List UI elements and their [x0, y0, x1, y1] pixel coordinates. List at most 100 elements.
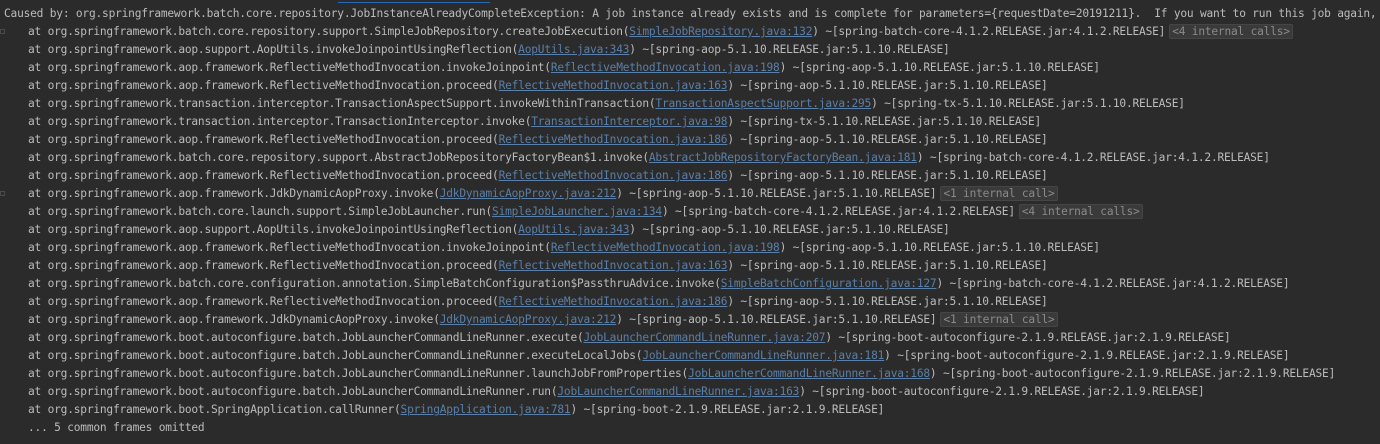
- source-link[interactable]: AbstractJobRepositoryFactoryBean.java:18…: [649, 151, 917, 164]
- frame-method: at org.springframework.boot.SpringApplic…: [28, 403, 401, 416]
- source-link[interactable]: TransactionInterceptor.java:98: [531, 115, 727, 128]
- stack-frame-line: at org.springframework.aop.framework.Ref…: [0, 239, 1380, 257]
- stack-frame-text: at org.springframework.aop.framework.Ref…: [28, 77, 1048, 95]
- internal-calls-badge[interactable]: <4 internal calls>: [1018, 204, 1143, 219]
- stack-frame-text: at org.springframework.aop.framework.Ref…: [28, 59, 1100, 77]
- source-link[interactable]: ReflectiveMethodInvocation.java:163: [499, 259, 728, 272]
- source-link[interactable]: ReflectiveMethodInvocation.java:186: [499, 133, 728, 146]
- gutter: [0, 149, 18, 167]
- source-link[interactable]: ReflectiveMethodInvocation.java:163: [499, 79, 728, 92]
- gutter: [0, 383, 18, 401]
- gutter: [0, 59, 18, 77]
- scrolled-off-line: [0, 0, 1380, 4]
- stack-frame-line: at org.springframework.aop.framework.Jdk…: [0, 311, 1380, 329]
- jar-info: ) ~[spring-aop-5.1.10.RELEASE.jar:5.1.10…: [727, 79, 1048, 92]
- frame-method: at org.springframework.aop.support.AopUt…: [28, 43, 519, 56]
- source-link[interactable]: JobLauncherCommandLineRunner.java:168: [688, 367, 930, 380]
- gutter: [0, 41, 18, 59]
- gutter: [0, 347, 18, 365]
- gutter: [0, 203, 18, 221]
- jar-info: ) ~[spring-aop-5.1.10.RELEASE.jar:5.1.10…: [727, 133, 1048, 146]
- source-link[interactable]: JdkDynamicAopProxy.java:212: [440, 187, 617, 200]
- jar-info: ) ~[spring-boot-autoconfigure-2.1.9.RELE…: [799, 385, 1205, 398]
- source-link[interactable]: SimpleBatchConfiguration.java:127: [721, 277, 937, 290]
- jar-info: ) ~[spring-aop-5.1.10.RELEASE.jar:5.1.10…: [779, 241, 1100, 254]
- frame-method: at org.springframework.aop.support.AopUt…: [28, 223, 519, 236]
- frame-method: at org.springframework.boot.autoconfigur…: [28, 349, 643, 362]
- gutter: [0, 311, 18, 329]
- source-link[interactable]: SimpleJobLauncher.java:134: [492, 205, 662, 218]
- internal-calls-badge[interactable]: <4 internal calls>: [1169, 24, 1293, 39]
- fold-marker-icon[interactable]: [0, 29, 5, 34]
- stack-frame-line: at org.springframework.aop.framework.Ref…: [0, 167, 1380, 185]
- source-link[interactable]: JdkDynamicAopProxy.java:212: [440, 313, 617, 326]
- gutter: [0, 185, 18, 203]
- source-link[interactable]: TransactionAspectSupport.java:295: [655, 97, 871, 110]
- source-link[interactable]: JobLauncherCommandLineRunner.java:181: [642, 349, 884, 362]
- source-link[interactable]: ReflectiveMethodInvocation.java:198: [551, 61, 780, 74]
- stack-frame-text: at org.springframework.aop.framework.Ref…: [28, 131, 1048, 149]
- stack-frame-text: at org.springframework.batch.core.launch…: [28, 203, 1143, 221]
- jar-info: ) ~[spring-aop-5.1.10.RELEASE.jar:5.1.10…: [727, 259, 1048, 272]
- jar-info: ) ~[spring-aop-5.1.10.RELEASE.jar:5.1.10…: [629, 223, 950, 236]
- stack-frame-line: at org.springframework.boot.autoconfigur…: [0, 329, 1380, 347]
- gutter: [0, 257, 18, 275]
- stack-frame-text: at org.springframework.transaction.inter…: [28, 95, 1185, 113]
- gutter: [0, 365, 18, 383]
- gutter: [0, 239, 18, 257]
- stack-frame-text: at org.springframework.aop.framework.Ref…: [28, 257, 1048, 275]
- source-link[interactable]: ReflectiveMethodInvocation.java:186: [499, 295, 728, 308]
- internal-calls-badge[interactable]: <1 internal call>: [940, 312, 1058, 327]
- stack-frame-text: at org.springframework.boot.autoconfigur…: [28, 329, 1231, 347]
- frame-method: at org.springframework.transaction.inter…: [28, 115, 532, 128]
- console-output[interactable]: Caused by: org.springframework.batch.cor…: [0, 0, 1380, 444]
- gutter: [0, 275, 18, 293]
- source-link[interactable]: JobLauncherCommandLineRunner.java:163: [557, 385, 799, 398]
- jar-info: ) ~[spring-aop-5.1.10.RELEASE.jar:5.1.10…: [616, 313, 937, 326]
- stack-frame-line: at org.springframework.boot.SpringApplic…: [0, 401, 1380, 419]
- jar-info: ) ~[spring-aop-5.1.10.RELEASE.jar:5.1.10…: [616, 187, 937, 200]
- source-link[interactable]: SimpleJobRepository.java:132: [629, 25, 812, 38]
- jar-info: ) ~[spring-batch-core-4.1.2.RELEASE.jar:…: [936, 277, 1290, 290]
- gutter: [0, 23, 18, 41]
- frame-method: at org.springframework.aop.framework.Ref…: [28, 61, 551, 74]
- fold-marker-icon[interactable]: [0, 191, 5, 196]
- stack-frame-line: at org.springframework.batch.core.reposi…: [0, 23, 1380, 41]
- stack-frame-text: at org.springframework.batch.core.reposi…: [28, 149, 1270, 167]
- stack-frame-text: at org.springframework.aop.framework.Jdk…: [28, 185, 1058, 203]
- frame-method: at org.springframework.boot.autoconfigur…: [28, 331, 584, 344]
- frame-method: at org.springframework.batch.core.launch…: [28, 205, 493, 218]
- source-link[interactable]: AopUtils.java:343: [518, 223, 629, 236]
- caused-by-text: Caused by: org.springframework.batch.cor…: [4, 7, 1380, 20]
- stack-frame-line: at org.springframework.aop.framework.Ref…: [0, 77, 1380, 95]
- frame-method: at org.springframework.boot.autoconfigur…: [28, 367, 689, 380]
- jar-info: ) ~[spring-aop-5.1.10.RELEASE.jar:5.1.10…: [629, 43, 950, 56]
- stack-frame-text: at org.springframework.transaction.inter…: [28, 113, 1041, 131]
- caused-by-line: Caused by: org.springframework.batch.cor…: [0, 5, 1380, 23]
- source-link[interactable]: JobLauncherCommandLineRunner.java:207: [584, 331, 826, 344]
- stack-frame-line: at org.springframework.transaction.inter…: [0, 113, 1380, 131]
- frame-list: at org.springframework.batch.core.reposi…: [0, 23, 1380, 419]
- frame-method: at org.springframework.aop.framework.Jdk…: [28, 187, 440, 200]
- source-link[interactable]: ReflectiveMethodInvocation.java:198: [551, 241, 780, 254]
- internal-calls-badge[interactable]: <1 internal call>: [940, 186, 1058, 201]
- stack-frame-line: at org.springframework.aop.framework.Ref…: [0, 257, 1380, 275]
- jar-info: ) ~[spring-boot-autoconfigure-2.1.9.RELE…: [884, 349, 1290, 362]
- source-link[interactable]: AopUtils.java:343: [518, 43, 629, 56]
- jar-info: ) ~[spring-batch-core-4.1.2.RELEASE.jar:…: [661, 205, 1015, 218]
- stack-frame-text: at org.springframework.aop.support.AopUt…: [28, 41, 950, 59]
- source-link[interactable]: ReflectiveMethodInvocation.java:186: [499, 169, 728, 182]
- jar-info: ) ~[spring-batch-core-4.1.2.RELEASE.jar:…: [812, 25, 1166, 38]
- frame-method: at org.springframework.batch.core.reposi…: [28, 151, 649, 164]
- stack-frame-line: at org.springframework.aop.framework.Ref…: [0, 59, 1380, 77]
- source-link[interactable]: SpringApplication.java:781: [401, 403, 571, 416]
- stack-frame-text: at org.springframework.boot.autoconfigur…: [28, 383, 1205, 401]
- stack-frame-text: at org.springframework.aop.framework.Jdk…: [28, 311, 1058, 329]
- jar-info: ) ~[spring-batch-core-4.1.2.RELEASE.jar:…: [916, 151, 1270, 164]
- frame-method: at org.springframework.transaction.inter…: [28, 97, 656, 110]
- gutter: [0, 77, 18, 95]
- omitted-frames-line: ... 5 common frames omitted: [0, 419, 1380, 437]
- stack-frame-text: at org.springframework.batch.core.config…: [28, 275, 1290, 293]
- jar-info: ) ~[spring-boot-autoconfigure-2.1.9.RELE…: [929, 367, 1336, 380]
- stack-frame-line: at org.springframework.aop.framework.Ref…: [0, 293, 1380, 311]
